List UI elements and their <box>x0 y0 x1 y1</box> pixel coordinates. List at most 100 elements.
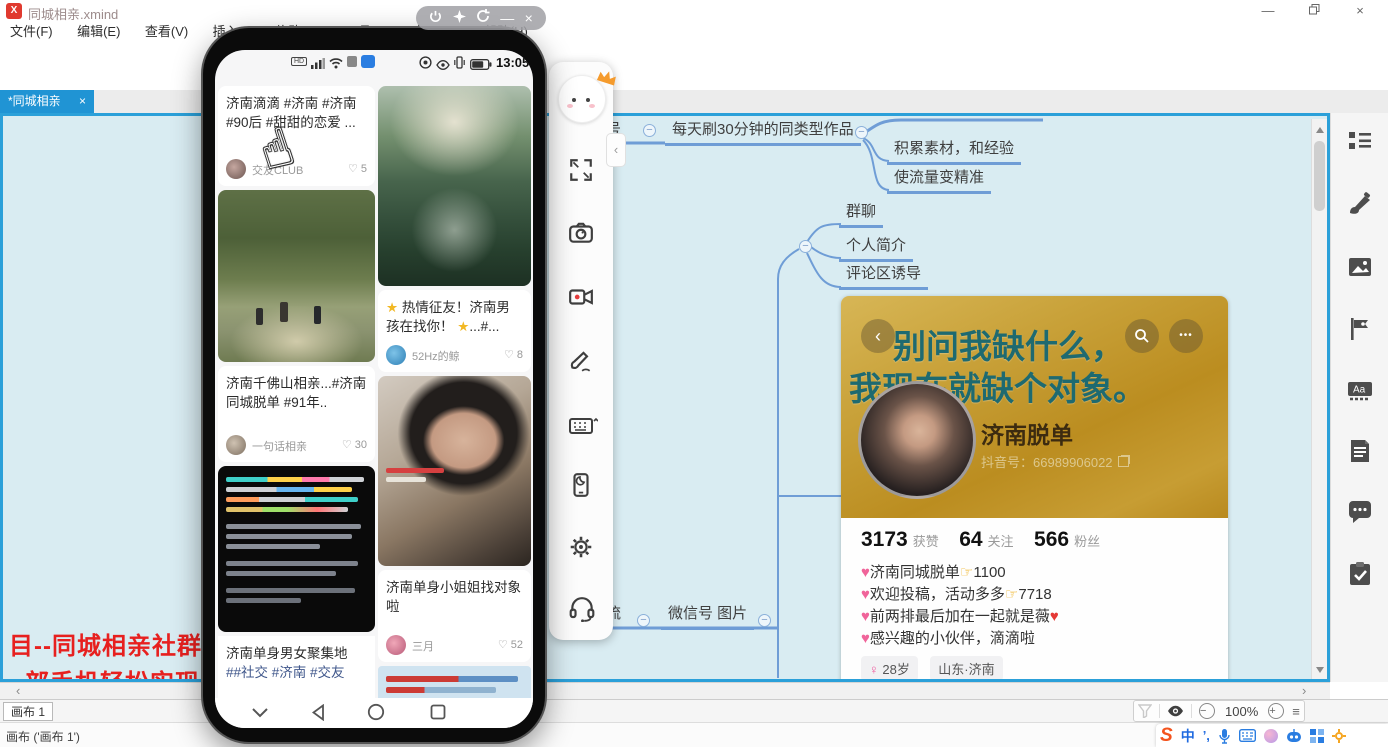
comment-button[interactable] <box>1347 500 1373 526</box>
park-video-thumbnail[interactable] <box>218 190 375 362</box>
show-hide-button[interactable] <box>1167 705 1184 717</box>
format-brush-button[interactable] <box>1347 191 1373 217</box>
nav-home-button[interactable] <box>367 703 385 726</box>
insert-image-button[interactable] <box>1347 254 1373 280</box>
power-button[interactable] <box>429 6 442 30</box>
favorite-button[interactable] <box>453 6 466 30</box>
ime-punctuation[interactable]: ’, <box>1203 728 1210 743</box>
girl-video-thumbnail[interactable] <box>378 376 531 566</box>
label-button[interactable]: Aa <box>1347 377 1373 403</box>
outline-structure-button[interactable] <box>1347 128 1373 154</box>
profile-avatar[interactable] <box>858 381 976 499</box>
topic-red-line1[interactable]: 目--同城相亲社群， <box>9 626 227 661</box>
collapse-circle[interactable]: − <box>637 614 650 627</box>
minimize-button[interactable]: — <box>1248 0 1288 22</box>
post-card[interactable]: ★ 热情征友！济南男孩在找你！ ★...#... 52Hz的鲸 ♡ 8 <box>378 290 531 372</box>
marker-flag-button[interactable] <box>1347 316 1373 342</box>
mirror-mascot-icon[interactable] <box>558 75 606 123</box>
avatar[interactable] <box>386 345 406 365</box>
ime-assistant-button[interactable] <box>1286 729 1302 743</box>
zoom-in-button[interactable]: + <box>1268 703 1284 719</box>
like-number: 8 <box>517 349 523 361</box>
post-card[interactable]: 济南千佛山相亲...#济南同城脱单 #91年.. 一句话相亲 ♡ 30 <box>218 366 375 462</box>
ime-keyboard-button[interactable] <box>1239 729 1256 742</box>
vertical-scroll-thumb[interactable] <box>1314 141 1325 211</box>
ime-settings-button[interactable] <box>1332 729 1346 743</box>
topic-precise-traffic[interactable]: 使流量变精准 <box>887 168 991 194</box>
nav-back-button[interactable] <box>311 704 325 726</box>
avatar[interactable] <box>226 159 246 179</box>
text-image-post[interactable] <box>218 466 375 632</box>
menu-file[interactable]: 文件(F) <box>0 22 63 42</box>
collapse-circle[interactable]: − <box>758 614 771 627</box>
task-checklist-button[interactable] <box>1347 561 1373 587</box>
toolbar-collapse-handle[interactable]: ‹ <box>606 133 626 167</box>
like-icon[interactable]: ♡ <box>498 639 508 651</box>
collapse-circle[interactable]: − <box>855 126 868 139</box>
document-title: 同城相亲.xmind <box>28 4 118 23</box>
support-button[interactable] <box>568 596 594 622</box>
topic-profile-intro[interactable]: 个人简介 <box>839 236 913 262</box>
topic-accumulate[interactable]: 积累素材，和经验 <box>887 139 1021 165</box>
canal-video-thumbnail[interactable] <box>378 86 531 286</box>
nav-collapse-button[interactable] <box>251 706 269 724</box>
like-icon[interactable]: ♡ <box>348 163 358 175</box>
menu-edit[interactable]: 编辑(E) <box>67 22 130 42</box>
douyin-profile-image-node[interactable]: ‹ ••• 别问我缺什么， 我现在就缺个对象。 济南脱单 抖音号：6698990… <box>841 296 1228 682</box>
app-badge-icon <box>361 55 375 68</box>
scroll-down-arrow[interactable] <box>1316 667 1324 673</box>
avatar[interactable] <box>386 635 406 655</box>
topic-red-line2[interactable]: 部手机轻松实现月 <box>25 663 225 682</box>
phone-screen[interactable]: HD <box>215 50 533 728</box>
settings-button[interactable] <box>568 534 594 560</box>
sheet-tab-canvas1[interactable]: 画布 1 <box>3 702 53 721</box>
topic-wechat-image[interactable]: 微信号 图片 <box>661 604 754 630</box>
file-tab-close-icon[interactable]: × <box>79 90 86 113</box>
topic-daily-browse[interactable]: 每天刷30分钟的同类型作品 <box>665 120 861 146</box>
sogou-logo-icon[interactable]: S <box>1160 725 1173 747</box>
scroll-right-arrow[interactable]: › <box>1302 683 1306 699</box>
restore-button[interactable] <box>1294 0 1334 22</box>
scroll-up-arrow[interactable] <box>1316 127 1324 133</box>
filter-button[interactable] <box>1138 704 1152 718</box>
topic-comment-guide[interactable]: 评论区诱导 <box>839 264 928 290</box>
profile-search-button[interactable] <box>1125 319 1159 353</box>
ime-mic-button[interactable] <box>1218 728 1231 744</box>
phone-sleep-button[interactable] <box>568 472 594 498</box>
close-button[interactable]: × <box>1340 0 1380 22</box>
fullscreen-button[interactable] <box>568 157 594 183</box>
annotate-brush-button[interactable] <box>568 348 594 374</box>
more-button[interactable]: ••• <box>1169 319 1203 353</box>
ime-mode-chinese[interactable]: 中 <box>1181 726 1195 746</box>
post-card[interactable]: 济南单身男女聚集地 ##社交 #济南 #交友 <box>218 636 375 698</box>
rotate-button[interactable] <box>476 6 490 30</box>
file-tab-active[interactable]: *同城相亲 × <box>0 90 94 113</box>
mirror-minimize-button[interactable]: — <box>500 6 514 30</box>
vertical-scrollbar[interactable] <box>1311 119 1328 682</box>
horizontal-scrollbar[interactable]: ‹ › <box>0 682 1330 699</box>
notes-button[interactable] <box>1347 438 1373 464</box>
scroll-left-arrow[interactable]: ‹ <box>16 683 20 699</box>
back-button[interactable]: ‹ <box>861 319 895 353</box>
gear-icon <box>568 534 594 560</box>
mindmap-canvas[interactable]: 号 每天刷30分钟的同类型作品 积累素材，和经验 使流量变精准 群聊 个人简介 … <box>0 113 1330 682</box>
topic-group-chat[interactable]: 群聊 <box>839 202 883 228</box>
like-icon[interactable]: ♡ <box>342 439 352 451</box>
post-card[interactable]: 济南单身小姐姐找对象啦 三月 ♡ 52 <box>378 570 531 662</box>
collapse-circle[interactable]: − <box>799 240 812 253</box>
ime-skin-icon[interactable] <box>1264 729 1278 743</box>
menu-view[interactable]: 查看(V) <box>135 22 198 42</box>
hd-badge-icon: HD <box>291 57 307 66</box>
like-icon[interactable]: ♡ <box>504 349 514 361</box>
ime-toolbox-button[interactable] <box>1310 729 1324 743</box>
mirror-close-button[interactable]: × <box>525 6 533 30</box>
collapse-circle[interactable]: − <box>643 124 656 137</box>
record-button[interactable] <box>568 284 594 310</box>
keyboard-button[interactable] <box>568 412 594 438</box>
fit-menu-button[interactable]: ≡ <box>1292 704 1300 719</box>
copy-icon[interactable] <box>1118 456 1129 467</box>
zoom-out-button[interactable]: − <box>1199 703 1215 719</box>
avatar[interactable] <box>226 435 246 455</box>
screenshot-button[interactable] <box>568 220 594 246</box>
nav-recent-button[interactable] <box>430 704 446 725</box>
